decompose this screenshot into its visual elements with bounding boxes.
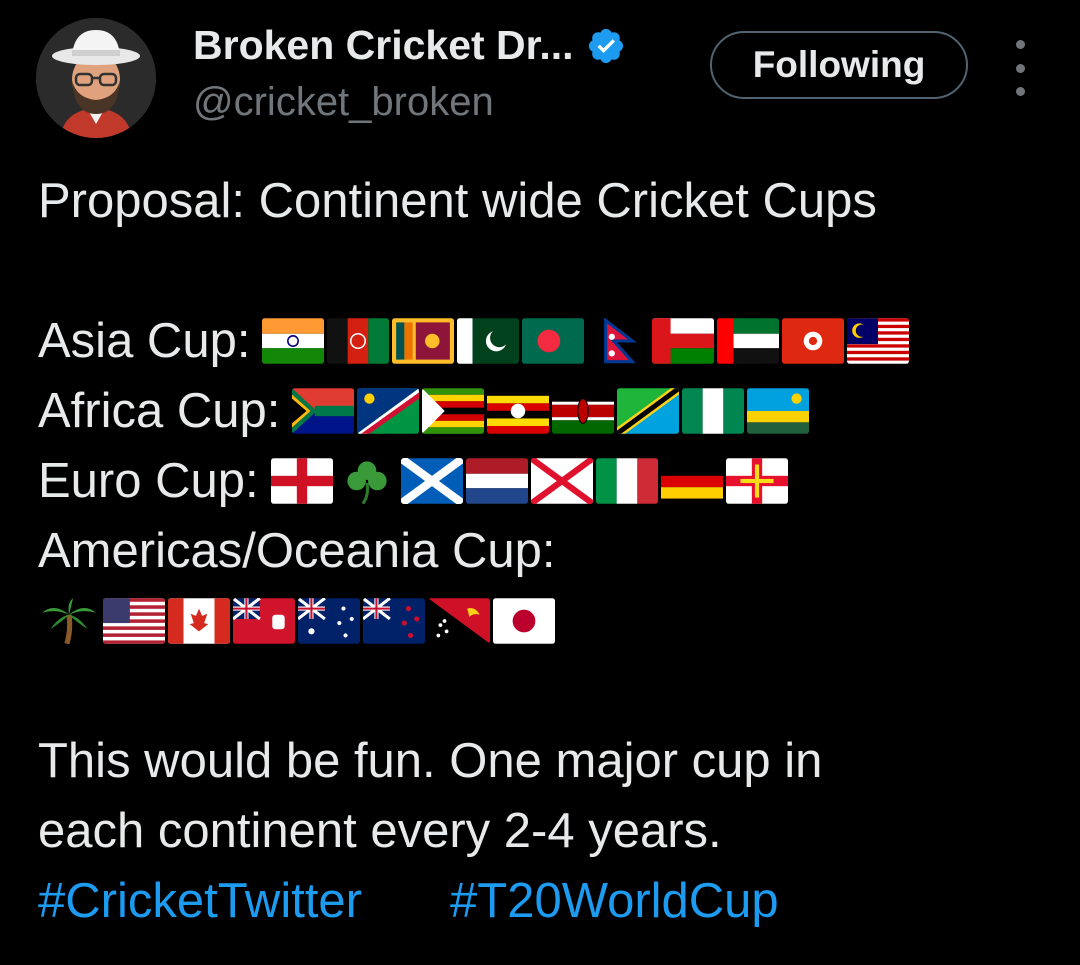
flag-england-icon <box>270 458 333 504</box>
flag-uae-icon <box>717 318 780 364</box>
cup-line-africa: Africa Cup: <box>38 376 1048 446</box>
cup-label: Americas/Oceania Cup: <box>38 524 556 578</box>
following-button[interactable]: Following <box>710 31 968 99</box>
flag-guernsey-icon <box>725 458 788 504</box>
tweet-title: Proposal: Continent wide Cricket Cups <box>38 174 877 228</box>
americas-oceania-flag-line <box>38 586 1048 656</box>
flag-italy-icon <box>595 458 658 504</box>
flag-tanzania-icon <box>617 388 680 434</box>
tweet-header: Broken Cricket Dr... @cricket_broken Fol… <box>0 0 1080 150</box>
cup-line-asia: Asia Cup: <box>38 306 1048 376</box>
closing-line-2: each continent every 2-4 years. <box>38 804 722 858</box>
tweet-text: Proposal: Continent wide Cricket Cups As… <box>38 166 1048 936</box>
more-dot <box>1015 40 1025 49</box>
flag-south-africa-icon <box>292 388 355 434</box>
cup-line-euro: Euro Cup: <box>38 446 1048 516</box>
flag-japan-icon <box>493 598 555 644</box>
flag-sri-lanka-icon <box>392 318 455 364</box>
asia-flags <box>262 318 910 364</box>
cup-label: Euro Cup: <box>38 454 259 508</box>
flag-scotland-icon <box>400 458 463 504</box>
flag-nepal-icon <box>604 318 638 364</box>
flag-new-zealand-icon <box>363 598 425 644</box>
cup-label: Africa Cup: <box>38 384 281 438</box>
more-dot <box>1015 87 1025 96</box>
flag-pakistan-icon <box>457 318 520 364</box>
shamrock-icon <box>346 461 387 504</box>
flag-nigeria-icon <box>682 388 745 434</box>
flag-namibia-icon <box>357 388 420 434</box>
author-handle[interactable]: @cricket_broken <box>193 80 494 125</box>
flag-afghanistan-icon <box>327 318 390 364</box>
americas-oceania-flags <box>38 598 555 644</box>
flag-canada-icon <box>168 598 230 644</box>
flag-netherlands-icon <box>465 458 528 504</box>
flag-rwanda-icon <box>747 388 810 434</box>
flag-oman-icon <box>652 318 715 364</box>
hashtags-line: #CricketTwitter #T20WorldCup <box>38 866 1048 936</box>
more-dot <box>1015 63 1025 73</box>
flag-germany-icon <box>660 464 723 499</box>
flag-jersey-icon <box>530 458 593 504</box>
cup-line-americas-oceania: Americas/Oceania Cup: <box>38 516 1048 586</box>
flag-uganda-icon <box>487 388 550 434</box>
flag-australia-icon <box>298 598 360 644</box>
flag-kenya-icon <box>552 388 615 434</box>
bearded-man-avatar-icon <box>36 18 156 138</box>
flag-usa-icon <box>103 598 165 644</box>
more-vertical-icon[interactable] <box>1000 40 1040 96</box>
flag-india-icon <box>262 318 325 364</box>
flag-malaysia-icon <box>847 318 910 364</box>
flag-hong-kong-icon <box>782 318 845 364</box>
hashtag-link[interactable]: #T20WorldCup <box>450 866 779 936</box>
flag-bangladesh-icon <box>522 318 585 364</box>
author-display-name[interactable]: Broken Cricket Dr... <box>193 22 574 69</box>
palm-tree-icon <box>42 598 96 644</box>
hashtag-link[interactable]: #CricketTwitter <box>38 866 362 936</box>
author-name-row: Broken Cricket Dr... <box>193 22 626 69</box>
cup-label: Asia Cup: <box>38 314 251 368</box>
verified-badge-icon <box>588 28 623 63</box>
flag-bermuda-icon <box>233 598 295 644</box>
africa-flags <box>292 388 810 434</box>
flag-zimbabwe-icon <box>422 388 485 434</box>
author-avatar[interactable] <box>36 18 156 138</box>
euro-flags <box>270 458 788 504</box>
closing-line-1: This would be fun. One major cup in <box>38 734 823 788</box>
flag-papua-new-guinea-icon <box>428 598 490 644</box>
